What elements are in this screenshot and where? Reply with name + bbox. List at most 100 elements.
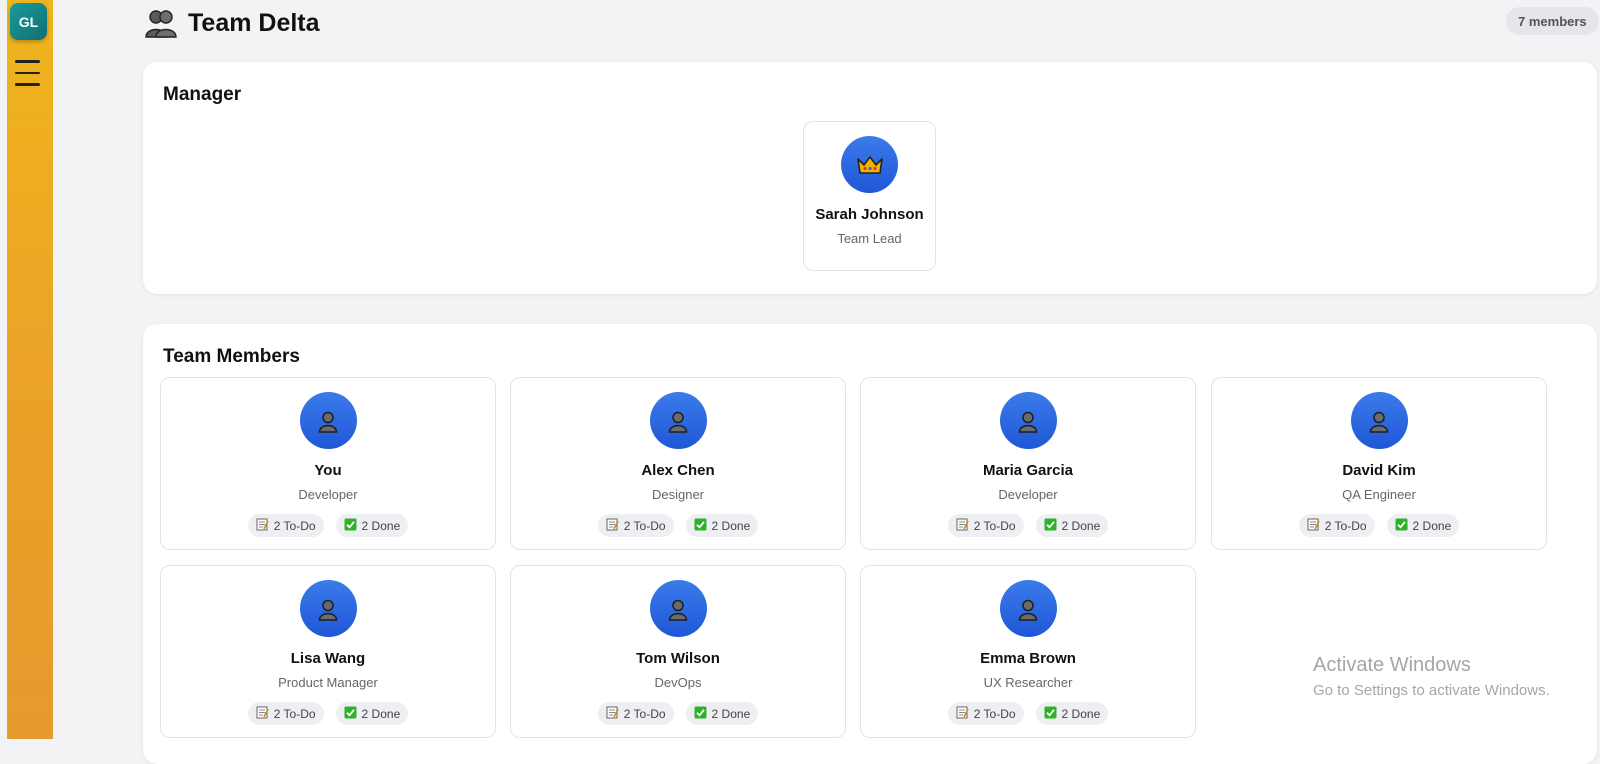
manager-card[interactable]: Sarah Johnson Team Lead xyxy=(803,121,936,271)
watermark-title: Activate Windows xyxy=(1313,654,1471,676)
done-count: 2 Done xyxy=(361,706,401,721)
check-icon xyxy=(1044,518,1062,534)
memo-icon xyxy=(1307,518,1325,534)
member-name: Emma Brown xyxy=(980,650,1076,667)
todo-count: 2 To-Do xyxy=(273,706,316,721)
task-badges: 2 To-Do 2 Done xyxy=(161,514,495,537)
member-name: Lisa Wang xyxy=(290,650,366,667)
manager-section-title: Manager xyxy=(163,84,242,105)
todo-count: 2 To-Do xyxy=(973,518,1016,533)
member-role: Developer xyxy=(998,487,1058,502)
hamburger-icon[interactable] xyxy=(15,60,40,86)
sidebar: GL xyxy=(7,0,53,739)
members-section-title: Team Members xyxy=(163,346,300,367)
member-avatar xyxy=(999,392,1057,449)
member-role: QA Engineer xyxy=(1342,487,1416,502)
done-count: 2 Done xyxy=(1061,518,1101,533)
member-role: DevOps xyxy=(654,675,702,690)
person-icon xyxy=(318,411,338,433)
person-icon xyxy=(668,411,688,433)
todo-badge[interactable]: 2 To-Do xyxy=(247,514,324,537)
todo-count: 2 To-Do xyxy=(973,706,1016,721)
check-icon xyxy=(1044,706,1062,722)
member-card[interactable]: Maria Garcia Developer 2 To-Do 2 Done xyxy=(860,377,1196,550)
todo-count: 2 To-Do xyxy=(1324,518,1367,533)
check-icon xyxy=(344,518,362,534)
person-icon xyxy=(668,599,688,621)
done-badge[interactable]: 2 Done xyxy=(335,702,409,725)
member-avatar xyxy=(649,392,707,449)
task-badges: 2 To-Do 2 Done xyxy=(161,702,495,725)
member-name: David Kim xyxy=(1342,462,1416,479)
task-badges: 2 To-Do 2 Done xyxy=(861,702,1195,725)
check-icon xyxy=(344,706,362,722)
activation-watermark: Activate Windows Go to Settings to activ… xyxy=(1313,654,1550,699)
member-card[interactable]: Tom Wilson DevOps 2 To-Do 2 Done xyxy=(510,565,846,738)
todo-count: 2 To-Do xyxy=(623,706,666,721)
member-card[interactable]: Alex Chen Designer 2 To-Do 2 Done xyxy=(510,377,846,550)
person-icon xyxy=(1369,411,1389,433)
crown-icon xyxy=(856,155,883,174)
memo-icon xyxy=(606,706,624,722)
check-icon xyxy=(1395,518,1413,534)
person-icon xyxy=(318,599,338,621)
member-role: UX Researcher xyxy=(983,675,1073,690)
member-name: Maria Garcia xyxy=(982,462,1074,479)
done-badge[interactable]: 2 Done xyxy=(1035,514,1109,537)
member-avatar xyxy=(999,580,1057,637)
todo-badge[interactable]: 2 To-Do xyxy=(947,702,1024,725)
member-role: Product Manager xyxy=(278,675,378,690)
manager-name: Sarah Johnson xyxy=(815,206,924,223)
done-badge[interactable]: 2 Done xyxy=(685,702,759,725)
member-card[interactable]: Lisa Wang Product Manager 2 To-Do 2 Done xyxy=(160,565,496,738)
done-badge[interactable]: 2 Done xyxy=(685,514,759,537)
member-name: You xyxy=(314,462,342,479)
member-name: Tom Wilson xyxy=(636,650,720,667)
watermark-subtitle: Go to Settings to activate Windows. xyxy=(1313,682,1550,699)
member-card[interactable]: Emma Brown UX Researcher 2 To-Do 2 Done xyxy=(860,565,1196,738)
done-badge[interactable]: 2 Done xyxy=(1386,514,1460,537)
member-avatar xyxy=(299,580,357,637)
done-count: 2 Done xyxy=(1061,706,1101,721)
memo-icon xyxy=(606,518,624,534)
done-count: 2 Done xyxy=(1412,518,1452,533)
done-badge[interactable]: 2 Done xyxy=(335,514,409,537)
member-avatar xyxy=(649,580,707,637)
done-count: 2 Done xyxy=(711,706,751,721)
check-icon xyxy=(694,706,712,722)
memo-icon xyxy=(956,518,974,534)
done-count: 2 Done xyxy=(361,518,401,533)
memo-icon xyxy=(256,706,274,722)
manager-panel: Manager Sarah Johnson Team Lead xyxy=(143,62,1597,294)
member-count-badge: 7 members xyxy=(1506,7,1599,35)
todo-badge[interactable]: 2 To-Do xyxy=(247,702,324,725)
member-card[interactable]: David Kim QA Engineer 2 To-Do 2 Done xyxy=(1211,377,1547,550)
person-icon xyxy=(1018,599,1038,621)
app-logo[interactable]: GL xyxy=(10,3,47,40)
todo-badge[interactable]: 2 To-Do xyxy=(1298,514,1375,537)
manager-role: Team Lead xyxy=(837,231,902,246)
member-avatar xyxy=(299,392,357,449)
member-role: Developer xyxy=(298,487,358,502)
memo-icon xyxy=(256,518,274,534)
todo-badge[interactable]: 2 To-Do xyxy=(597,514,674,537)
task-badges: 2 To-Do 2 Done xyxy=(861,514,1195,537)
check-icon xyxy=(694,518,712,534)
memo-icon xyxy=(956,706,974,722)
todo-count: 2 To-Do xyxy=(273,518,316,533)
done-badge[interactable]: 2 Done xyxy=(1035,702,1109,725)
todo-badge[interactable]: 2 To-Do xyxy=(597,702,674,725)
todo-count: 2 To-Do xyxy=(623,518,666,533)
member-avatar xyxy=(1350,392,1408,449)
member-card[interactable]: You Developer 2 To-Do 2 Done xyxy=(160,377,496,550)
task-badges: 2 To-Do 2 Done xyxy=(511,702,845,725)
task-badges: 2 To-Do 2 Done xyxy=(511,514,845,537)
team-icon xyxy=(145,10,177,38)
todo-badge[interactable]: 2 To-Do xyxy=(947,514,1024,537)
done-count: 2 Done xyxy=(711,518,751,533)
member-role: Designer xyxy=(651,487,705,502)
manager-avatar xyxy=(841,136,898,193)
page-title: Team Delta xyxy=(188,8,320,37)
member-name: Alex Chen xyxy=(641,462,715,479)
task-badges: 2 To-Do 2 Done xyxy=(1212,514,1546,537)
